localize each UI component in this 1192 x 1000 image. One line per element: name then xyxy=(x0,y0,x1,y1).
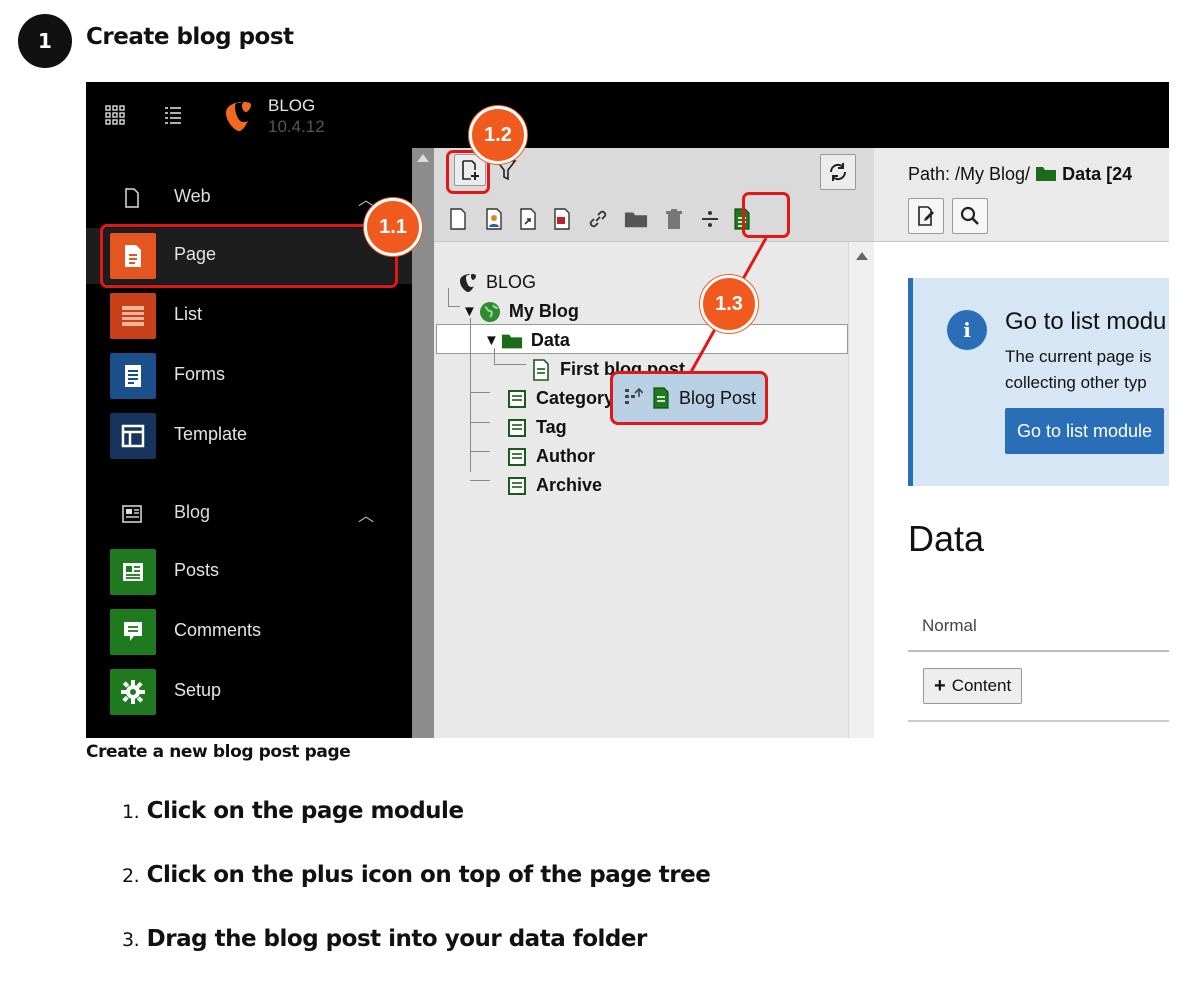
instruction-item: 2. Click on the plus icon on top of the … xyxy=(122,862,711,926)
instruction-list: 1. Click on the page module 2. Click on … xyxy=(122,798,711,990)
drag-label: Blog Post xyxy=(679,387,757,408)
step-number-badge: 1 xyxy=(18,14,72,68)
figure-caption: Create a new blog post page xyxy=(86,742,351,762)
drag-handle-icon xyxy=(625,387,643,404)
instruction-text: Click on the plus icon on top of the pag… xyxy=(146,862,711,888)
callout-1-3: 1.3 xyxy=(700,275,758,333)
instruction-text: Drag the blog post into your data folder xyxy=(146,926,648,952)
instruction-number: 3. xyxy=(122,929,140,951)
callout-1-1: 1.1 xyxy=(364,198,422,256)
instruction-text: Click on the page module xyxy=(146,798,464,824)
drag-preview-blog-post: Blog Post xyxy=(610,371,768,425)
callout-1-2: 1.2 xyxy=(469,106,527,164)
instruction-number: 1. xyxy=(122,801,140,823)
blog-post-icon xyxy=(653,387,669,409)
instruction-item: 1. Click on the page module xyxy=(122,798,710,862)
instruction-item: 3. Drag the blog post into your data fol… xyxy=(122,926,710,990)
step-title: Create blog post xyxy=(86,24,294,50)
instruction-number: 2. xyxy=(122,865,140,887)
